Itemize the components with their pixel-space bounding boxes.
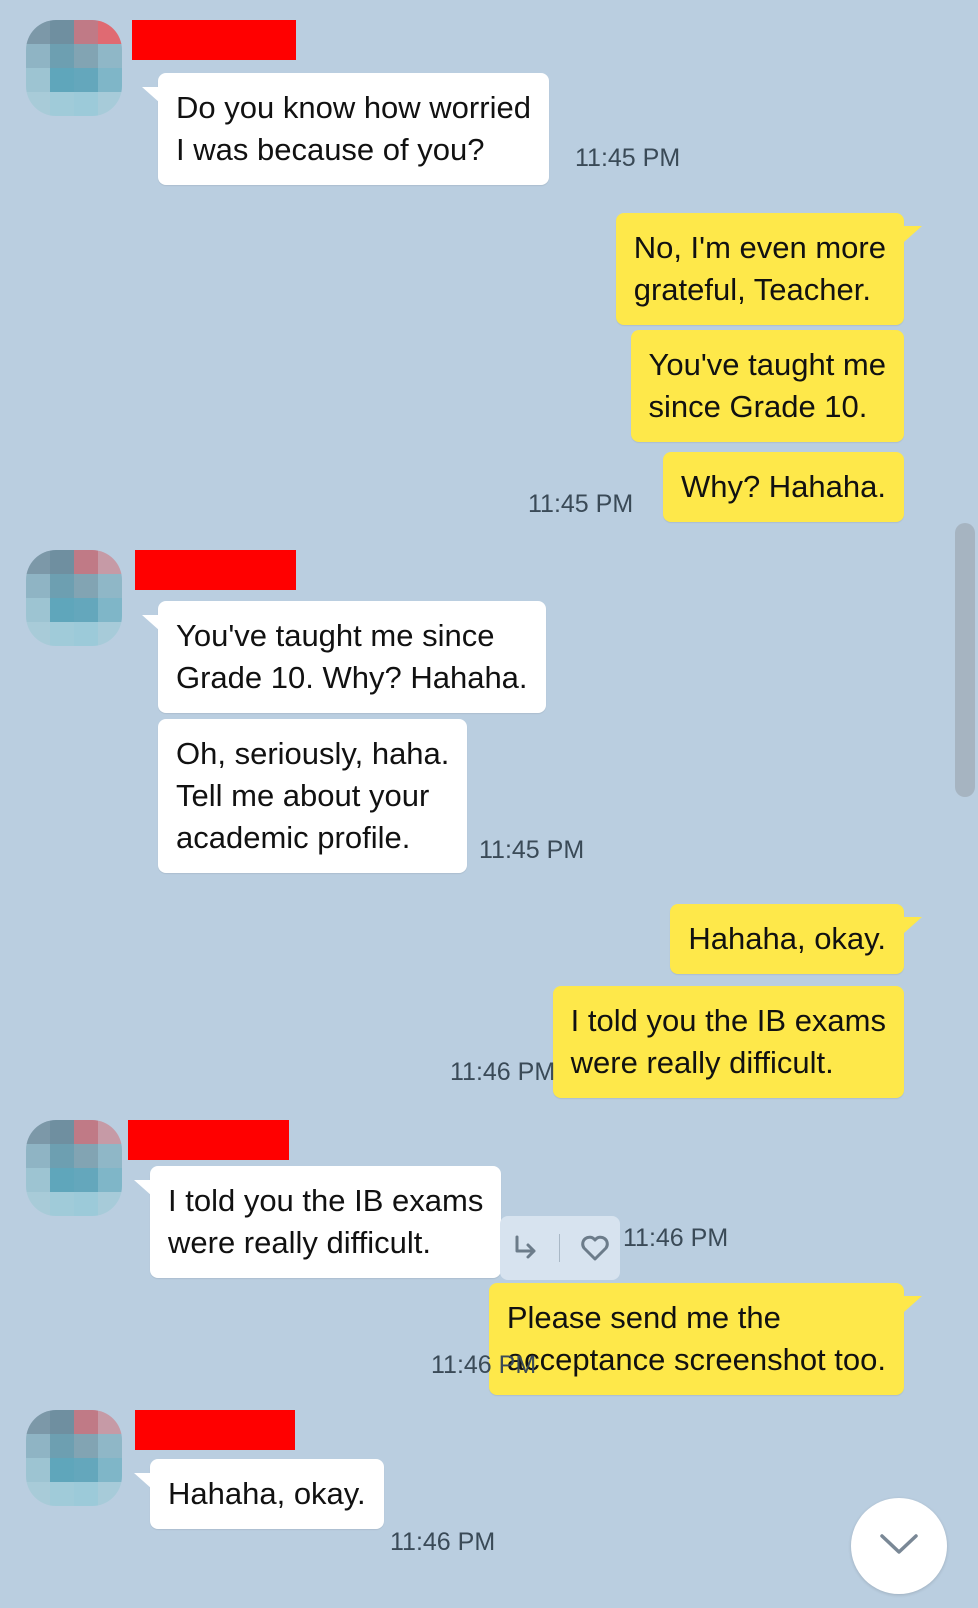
sender-name-redacted <box>135 1410 295 1450</box>
bubble-tail <box>904 226 922 242</box>
message-timestamp: 11:45 PM <box>479 836 585 864</box>
message-timestamp: 11:45 PM <box>528 490 634 518</box>
heart-icon[interactable] <box>579 1232 611 1264</box>
message-bubble-incoming[interactable]: I told you the IB exams were really diff… <box>150 1166 502 1278</box>
bubble-tail <box>904 1296 922 1312</box>
message-bubble-incoming[interactable]: Do you know how worried I was because of… <box>158 73 549 185</box>
message-bubble-outgoing[interactable]: Why? Hahaha. <box>662 452 904 522</box>
message-bubble-incoming[interactable]: Oh, seriously, haha. Tell me about your … <box>158 719 468 873</box>
sender-avatar[interactable] <box>26 20 122 116</box>
bubble-tail <box>904 917 922 933</box>
message-bubble-incoming[interactable]: You've taught me since Grade 10. Why? Ha… <box>158 601 546 713</box>
message-timestamp: 11:45 PM <box>575 144 681 172</box>
toolbar-divider <box>559 1234 561 1262</box>
message-bubble-outgoing[interactable]: No, I'm even more grateful, Teacher. <box>615 213 904 325</box>
sender-name-redacted <box>132 20 296 60</box>
bubble-tail <box>134 1473 152 1489</box>
sender-name-redacted <box>135 550 296 590</box>
sender-avatar[interactable] <box>26 1120 122 1216</box>
message-bubble-outgoing[interactable]: I told you the IB exams were really diff… <box>552 986 904 1098</box>
bubble-tail <box>134 1180 152 1196</box>
chat-scrollbar[interactable] <box>955 523 975 797</box>
message-bubble-outgoing[interactable]: Please send me the acceptance screenshot… <box>488 1283 904 1395</box>
message-timestamp: 11:46 PM <box>431 1351 537 1379</box>
bubble-tail <box>142 87 160 103</box>
sender-avatar[interactable] <box>26 1410 122 1506</box>
reply-arrow-icon[interactable] <box>509 1232 541 1264</box>
sender-name-redacted <box>128 1120 289 1160</box>
message-reaction-toolbar <box>500 1216 620 1280</box>
bubble-tail <box>142 615 160 631</box>
message-timestamp: 11:46 PM <box>450 1058 556 1086</box>
sender-avatar[interactable] <box>26 550 122 646</box>
message-bubble-outgoing[interactable]: You've taught me since Grade 10. <box>630 330 904 442</box>
scroll-to-bottom-button[interactable] <box>851 1498 947 1594</box>
message-bubble-incoming[interactable]: Hahaha, okay. <box>150 1459 384 1529</box>
message-timestamp: 11:46 PM <box>390 1528 496 1556</box>
chevron-down-icon <box>879 1532 919 1561</box>
message-bubble-outgoing[interactable]: Hahaha, okay. <box>670 904 904 974</box>
message-timestamp: 11:46 PM <box>623 1224 729 1252</box>
